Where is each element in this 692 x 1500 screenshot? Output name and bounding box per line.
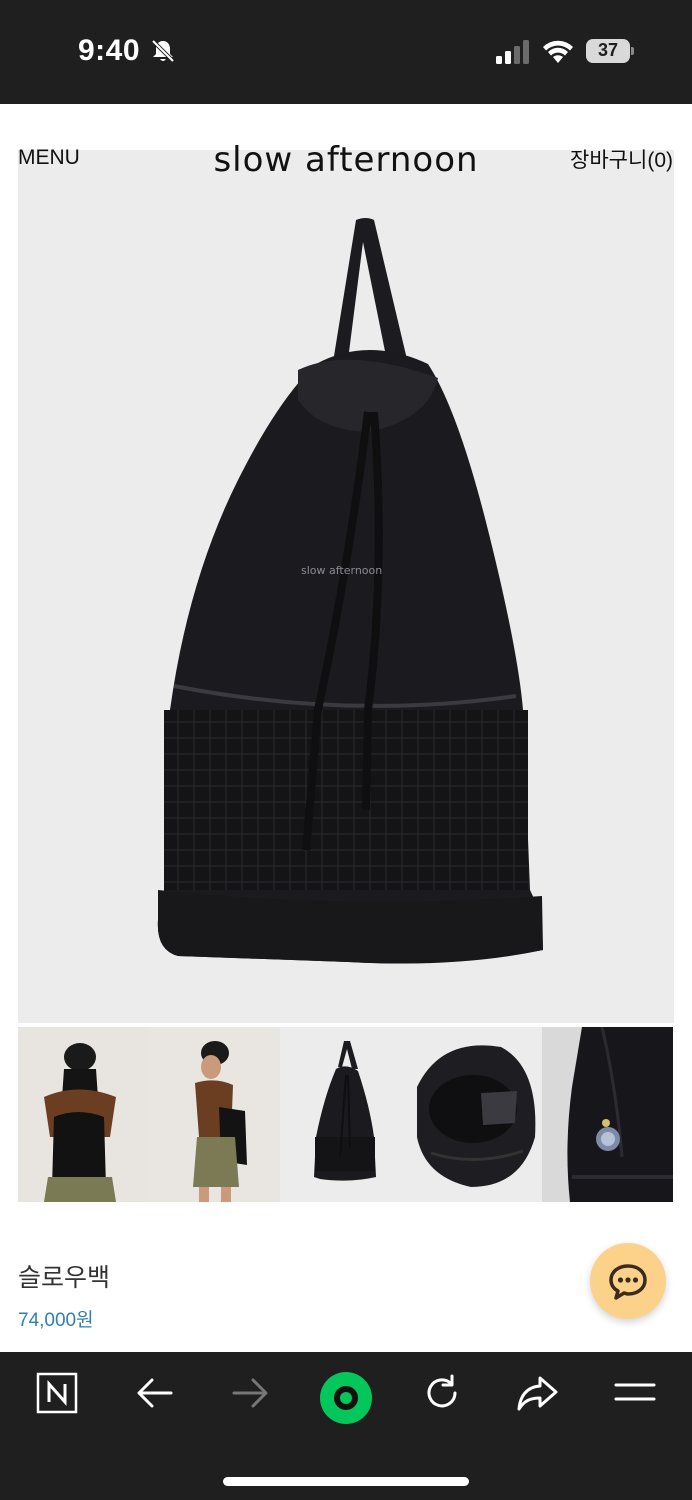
reload-icon[interactable]: [421, 1372, 477, 1424]
thumbnail-2[interactable]: [149, 1027, 280, 1202]
hamburger-menu-icon[interactable]: [614, 1372, 670, 1424]
bag-logo-text: slow afternoon: [301, 564, 382, 577]
product-main-image[interactable]: slow afternoon: [18, 150, 674, 1023]
chat-bubble-icon: [609, 1264, 647, 1300]
naver-n-icon[interactable]: [36, 1372, 92, 1424]
bell-off-icon: [151, 39, 175, 63]
home-indicator: [223, 1477, 469, 1486]
thumbnail-5[interactable]: [542, 1027, 673, 1202]
site-header: MENU slow afternoon 장바구니(0): [0, 104, 692, 194]
thumbnail-3[interactable]: [280, 1027, 411, 1202]
drawstring-bag-illustration: slow afternoon: [157, 218, 544, 964]
thumbnail-gallery: [18, 1027, 674, 1202]
share-icon[interactable]: [516, 1372, 572, 1424]
back-arrow-icon[interactable]: [135, 1372, 191, 1424]
cart-link[interactable]: 장바구니(0): [570, 144, 673, 174]
thumbnail-4[interactable]: [411, 1027, 542, 1202]
wifi-icon: [543, 40, 573, 63]
thumbnail-1[interactable]: [18, 1027, 149, 1202]
status-time: 9:40: [78, 34, 141, 67]
product-price: 74,000원: [18, 1310, 94, 1331]
battery-icon: 37: [586, 39, 634, 63]
product-name: 슬로우백: [18, 1264, 111, 1292]
status-bar: 9:40 37: [0, 0, 692, 104]
signal-icon: [496, 40, 529, 64]
home-circle-icon[interactable]: [319, 1371, 373, 1425]
chat-button[interactable]: [590, 1243, 666, 1319]
battery-level: 37: [597, 40, 619, 60]
forward-arrow-icon[interactable]: [230, 1372, 286, 1424]
